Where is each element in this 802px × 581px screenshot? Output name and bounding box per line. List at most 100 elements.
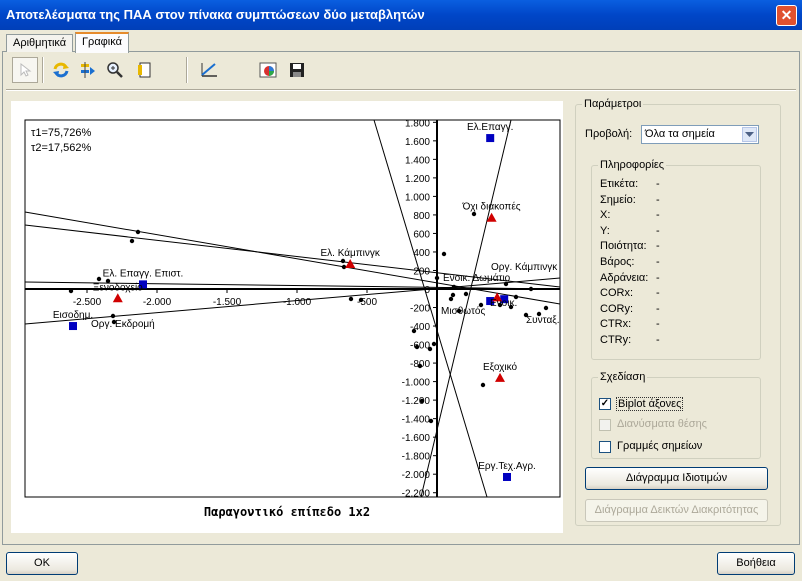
projection-dot xyxy=(419,398,425,404)
view-select[interactable]: Όλα τα σημεία xyxy=(641,125,759,144)
position-vectors-label: Διανύσματα θέσης xyxy=(617,418,707,430)
view-select-arrow[interactable] xyxy=(742,127,757,142)
y-tick-label: 400 xyxy=(413,248,430,259)
info-label: CORx: xyxy=(600,287,633,300)
projection-dot xyxy=(135,229,141,235)
projection-dot xyxy=(340,258,346,264)
info-label: Y: xyxy=(600,224,610,237)
view-select-value: Όλα τα σημεία xyxy=(645,128,715,140)
square-marker xyxy=(503,472,511,481)
x-tick-label: -2.000 xyxy=(143,297,172,308)
close-button[interactable]: ✕ xyxy=(776,5,797,26)
point-label: Εισοδημ. xyxy=(53,310,93,321)
chevron-down-icon xyxy=(745,131,754,137)
point-lines-label: Γραμμές σημείων xyxy=(617,440,703,452)
projection-dot xyxy=(428,418,434,424)
y-tick-label: -2.000 xyxy=(402,470,431,481)
projection-dot xyxy=(450,292,456,298)
info-label: Βάρος: xyxy=(600,256,635,268)
factor-plane-chart[interactable]: 1.800 1.600 1.400 1.200 1.000 800 600 400 200 0 -2… xyxy=(11,101,563,501)
projection-dot xyxy=(68,288,74,294)
tab-graphics[interactable]: Γραφικά xyxy=(75,32,129,53)
axes-icon xyxy=(201,63,217,77)
eigenvalues-button[interactable]: Διάγραμμα Ιδιοτιμών xyxy=(585,467,768,490)
move-icon xyxy=(81,62,95,78)
ok-button[interactable]: OK xyxy=(6,552,78,575)
projection-dot xyxy=(448,296,454,302)
x-tick-label: -1.000 xyxy=(283,297,312,308)
info-value: - xyxy=(656,271,660,284)
y-tick-label: 800 xyxy=(413,211,430,222)
info-value: - xyxy=(656,318,660,331)
y-tick-label: 600 xyxy=(413,229,430,240)
toolbar-divider xyxy=(6,89,796,91)
projection-dot xyxy=(417,363,423,369)
page-button[interactable] xyxy=(132,57,158,83)
zoom-icon xyxy=(107,62,123,78)
projection-dot xyxy=(341,264,347,270)
category-label: Συνταξ. xyxy=(526,315,560,326)
params-group-legend: Παράμετροι xyxy=(582,98,644,110)
y-tick-label: -2.200 xyxy=(402,489,431,500)
biplot-axes-checkbox[interactable]: ✓ xyxy=(599,398,611,410)
help-button[interactable]: Βοήθεια xyxy=(717,552,795,575)
info-value: - xyxy=(656,256,660,268)
cursor-icon xyxy=(20,62,32,77)
y-tick-label: 0 xyxy=(424,285,430,296)
projection-dot xyxy=(96,276,102,282)
square-marker xyxy=(69,322,77,331)
projection-dot xyxy=(129,238,135,244)
toolbar-separator xyxy=(186,57,188,83)
square-marker xyxy=(486,134,495,143)
projection-dot xyxy=(348,296,354,302)
info-value: - xyxy=(656,224,660,237)
projection-dot xyxy=(463,291,469,297)
category-label: Ενοικ. xyxy=(490,298,517,309)
info-label: Σημείο: xyxy=(600,193,636,206)
move-button[interactable] xyxy=(74,57,100,83)
info-label: X: xyxy=(600,209,611,222)
tab-numeric-label: Αριθμητικά xyxy=(13,37,67,49)
projection-dot xyxy=(414,344,420,350)
info-label: Ετικέτα: xyxy=(600,178,639,190)
chart-color-icon xyxy=(259,62,277,78)
biplot-axes-label: Biplot άξονες xyxy=(616,397,684,411)
axes-button[interactable] xyxy=(196,57,222,83)
point-label: Ελ. Επαγγ. Επιστ. xyxy=(103,268,184,279)
zoom-button[interactable] xyxy=(102,57,128,83)
projection-dot xyxy=(451,284,457,290)
point-lines-checkbox[interactable] xyxy=(599,441,611,453)
chart-title: Παραγοντικό επίπεδο 1x2 xyxy=(203,505,371,519)
y-tick-label: -1.000 xyxy=(402,378,431,389)
y-tick-label: -200 xyxy=(410,304,430,315)
y-tick-label: 1.600 xyxy=(405,137,430,148)
point-label: Ελ. Κάμπινγκ xyxy=(320,247,380,259)
projection-dot xyxy=(411,328,417,334)
info-label: Ποιότητα: xyxy=(600,240,647,253)
info-value: - xyxy=(656,302,660,315)
cursor-button[interactable] xyxy=(12,57,38,83)
projection-dot xyxy=(434,275,440,281)
y-tick-label: -1.400 xyxy=(402,415,431,426)
refresh-button[interactable] xyxy=(48,57,74,83)
y-tick-label: 1.400 xyxy=(405,155,430,166)
save-button[interactable] xyxy=(284,57,310,83)
discrimination-button[interactable]: Διάγραμμα Δεικτών Διακριτότητας xyxy=(585,499,768,522)
x-tick-label: -1.500 xyxy=(213,297,242,308)
info-label: CORy: xyxy=(600,302,633,315)
info-value: - xyxy=(656,240,660,253)
point-label: Εργ.Τεχ.Αγρ. xyxy=(478,461,536,472)
category-label: Οργ. Εκδρομή xyxy=(91,318,155,330)
tab-numeric[interactable]: Αριθμητικά xyxy=(6,34,74,52)
info-group-legend: Πληροφορίες xyxy=(598,159,667,171)
chart-area[interactable]: 1.800 1.600 1.400 1.200 1.000 800 600 400 200 0 -2… xyxy=(11,101,563,533)
category-label: Οργ. Κάμπινγκ xyxy=(491,261,558,273)
save-icon xyxy=(290,63,304,77)
position-vectors-checkbox[interactable] xyxy=(599,419,611,431)
toolbar-separator xyxy=(42,57,44,83)
inertia-axis1-label: τ1=75,726% xyxy=(31,127,92,139)
point-label: Εξοχικό xyxy=(483,361,518,373)
y-tick-label: 1.800 xyxy=(405,118,430,129)
chart-color-button[interactable] xyxy=(256,57,282,83)
y-tick-label: 200 xyxy=(413,266,430,277)
